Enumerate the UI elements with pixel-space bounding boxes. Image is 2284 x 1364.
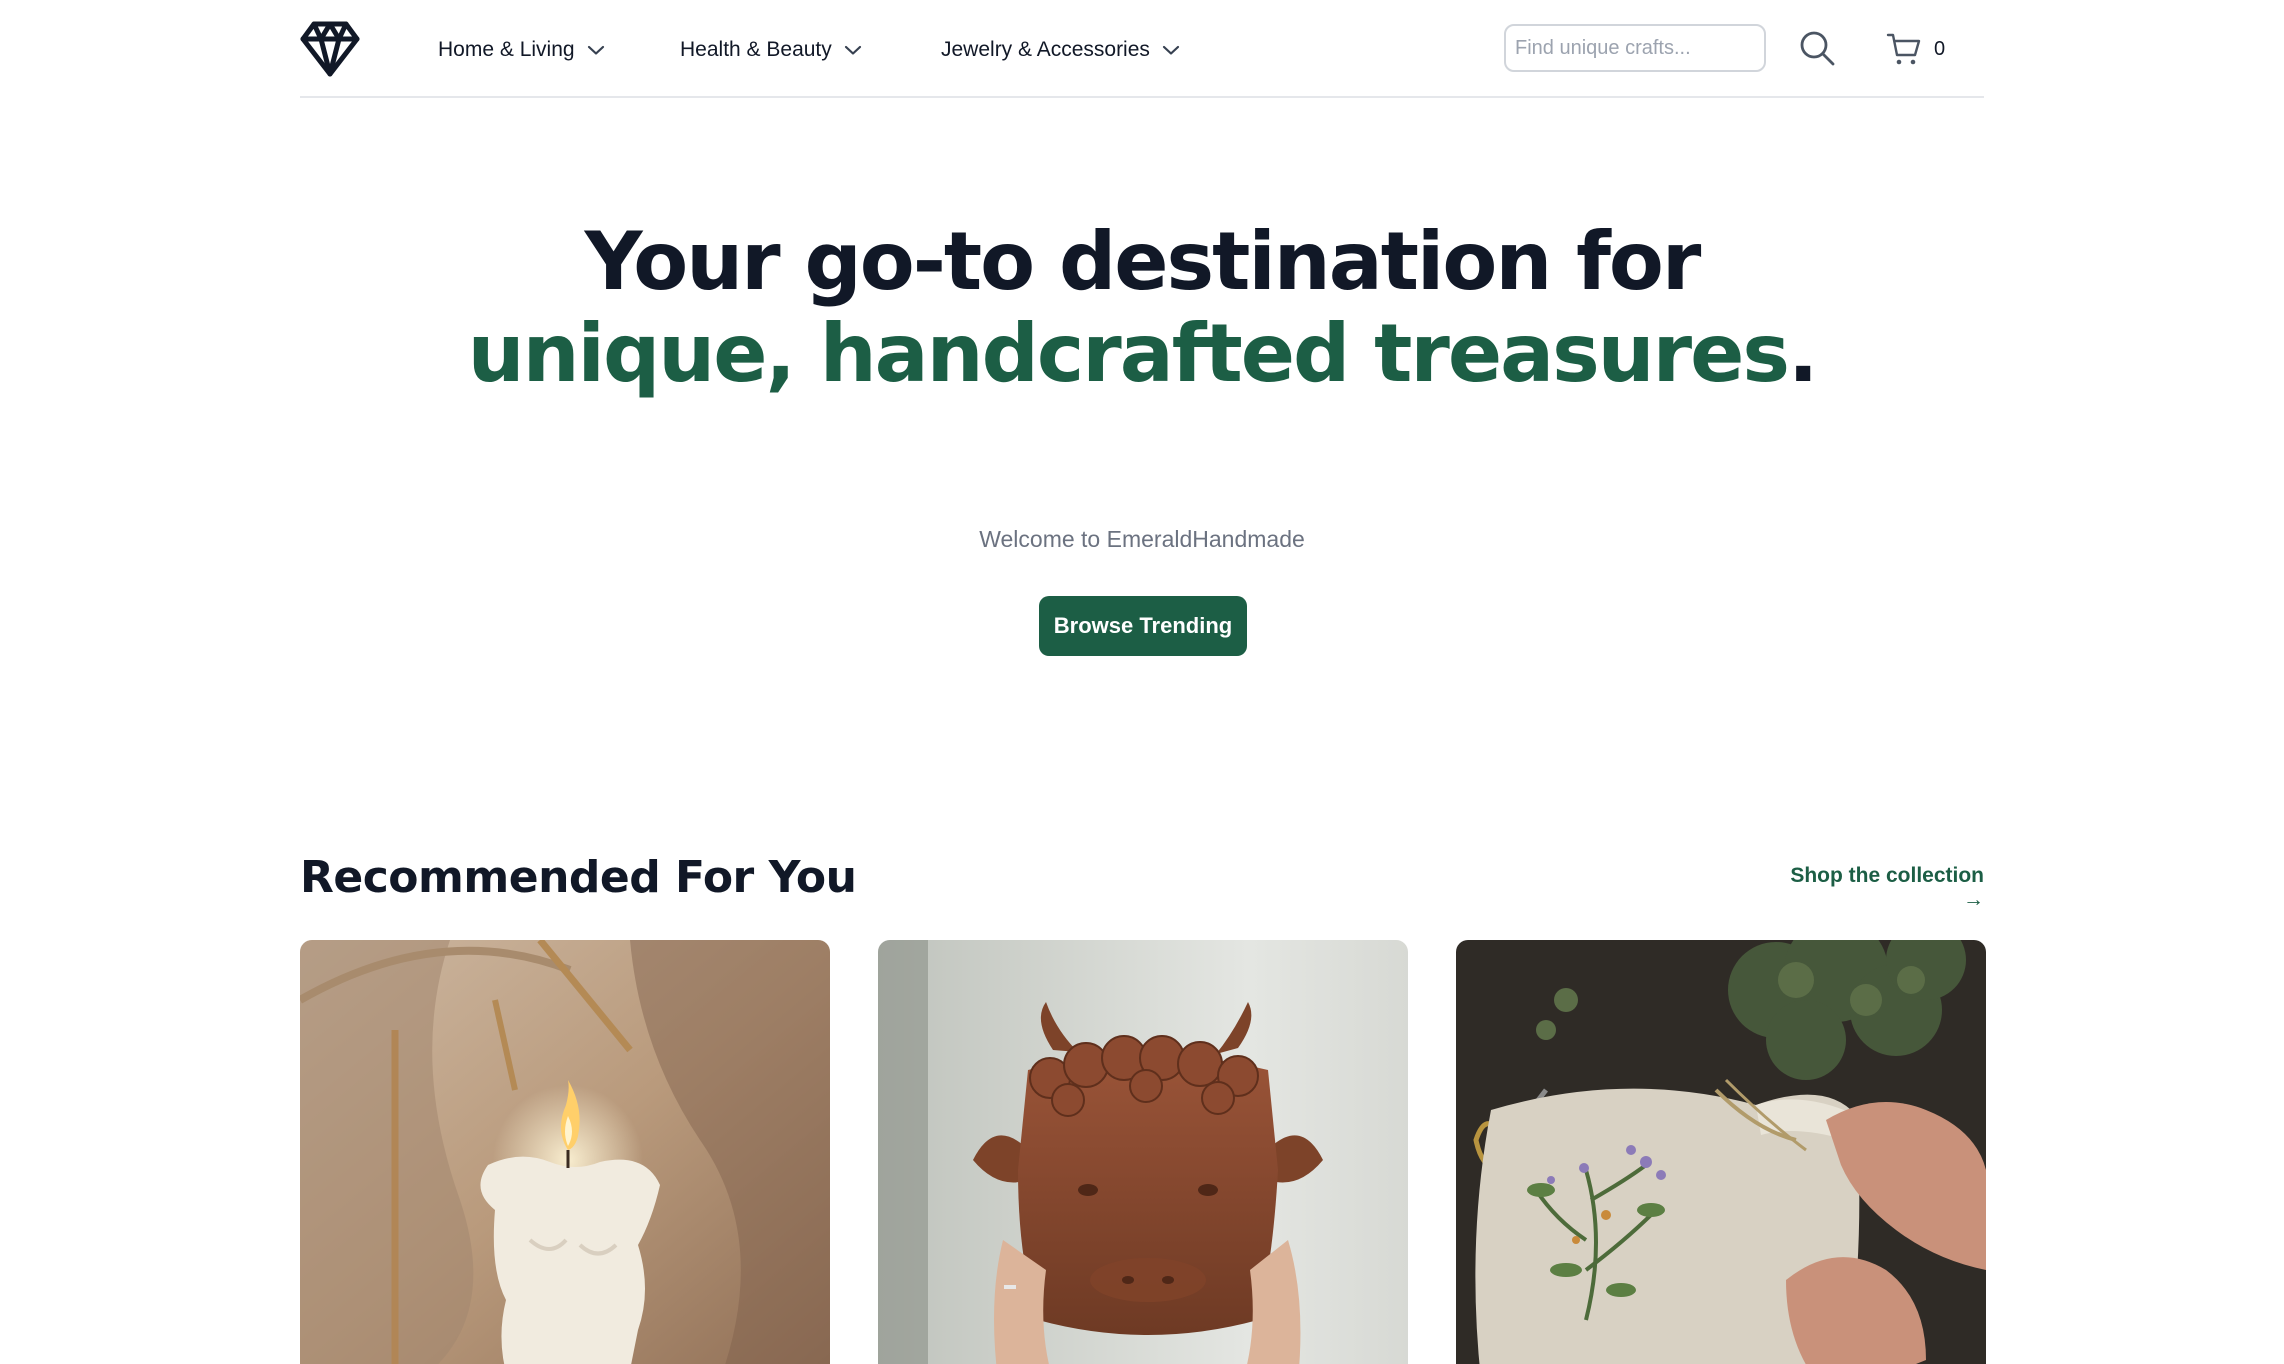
embroidered-linen-pouch-image (1456, 940, 1986, 1364)
nav-jewelry-accessories[interactable]: Jewelry & Accessories (941, 30, 1180, 70)
nav-home-living[interactable]: Home & Living (438, 30, 605, 70)
hero-subtitle: Welcome to EmeraldHandmade (979, 526, 1305, 552)
product-card[interactable] (878, 940, 1408, 1364)
nav-label: Jewelry & Accessories (941, 38, 1150, 61)
cart-count: 0 (1934, 37, 1946, 60)
nav-label: Health & Beauty (680, 38, 832, 61)
candle-image (300, 940, 830, 1364)
cart-icon (1886, 33, 1921, 65)
cart-button[interactable]: 0 (1886, 30, 1945, 68)
chevron-down-icon (587, 45, 604, 55)
search-input[interactable] (1504, 24, 1766, 72)
nav-health-beauty[interactable]: Health & Beauty (680, 30, 862, 70)
diamond-icon[interactable] (300, 20, 360, 78)
hero-title-end: . (1787, 307, 1818, 400)
shop-collection-link[interactable]: Shop the collection → (1776, 864, 1984, 912)
nav-label: Home & Living (438, 38, 575, 61)
product-card[interactable] (1456, 940, 1986, 1364)
search-icon[interactable] (1798, 29, 1836, 67)
product-card[interactable] (300, 940, 830, 1364)
hero-title-line1: Your go-to destination for (584, 215, 1702, 308)
site-header: Home & Living Health & Beauty Jewelry & … (300, 0, 1984, 98)
chevron-down-icon (1162, 45, 1180, 55)
hero-title-accent: unique, handcrafted treasures (467, 307, 1790, 400)
section-title: Recommended For You (300, 852, 857, 903)
hero-title: Your go-to destination for unique, handc… (0, 216, 2284, 400)
ceramic-bull-planter-image (878, 940, 1408, 1364)
chevron-down-icon (844, 45, 861, 55)
browse-trending-button[interactable]: Browse Trending (1039, 596, 1247, 656)
